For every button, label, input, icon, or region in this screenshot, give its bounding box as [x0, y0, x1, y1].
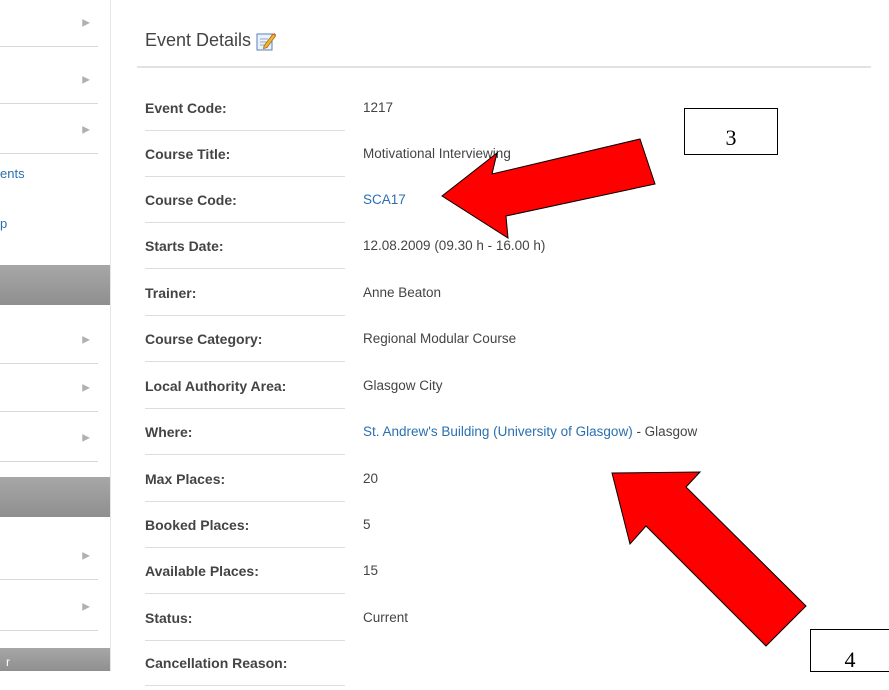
annotation-box-3: 3 [684, 108, 778, 155]
annotation-box-4: 4 [810, 629, 889, 672]
arrow-4-icon [611, 471, 807, 647]
annotation-arrows [441, 138, 807, 647]
arrow-3-icon [441, 138, 656, 239]
